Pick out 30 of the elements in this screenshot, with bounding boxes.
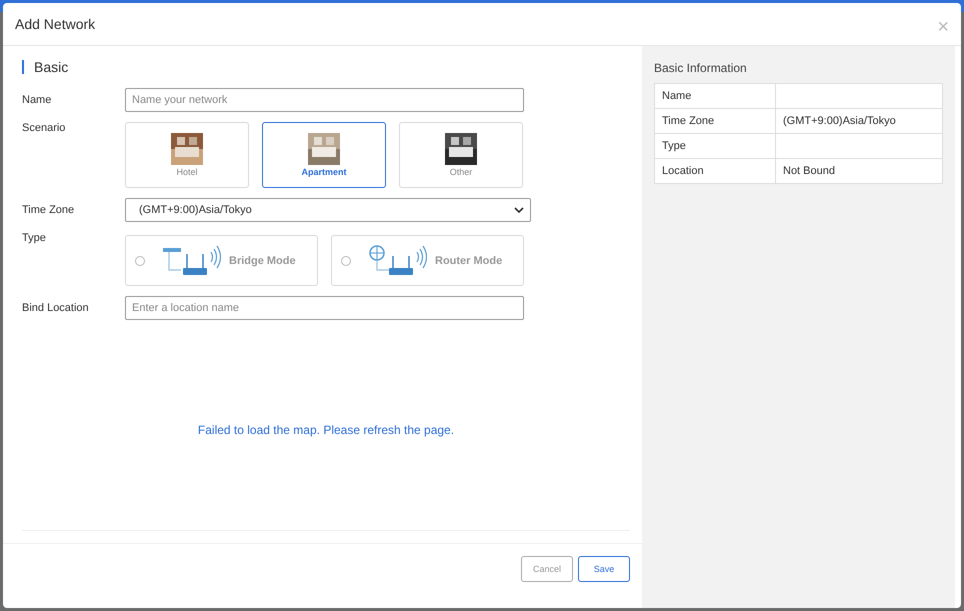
chevron-down-icon [514,207,524,213]
radio-button[interactable] [135,256,145,266]
field-label: Bind Location [22,302,90,314]
field-label: Name [22,94,52,106]
mode-option[interactable]: Bridge Mode [125,235,318,286]
field-label: Time Zone [22,204,76,216]
scenario-card[interactable]: Apartment [262,122,386,188]
dialog-title: Add Network [15,16,96,32]
router-drawing [161,244,221,278]
table-cell: Location [654,158,776,184]
time-zone-dropdown[interactable]: (GMT+9:00)Asia/Tokyo [125,198,531,222]
scenario-card[interactable]: Hotel [125,122,249,188]
error-message: Failed to load the map. Please refresh the page. [198,423,454,437]
cancel-button[interactable]: Cancel [521,556,573,582]
table-cell: Name [654,84,776,108]
table-cell: Not Bound [776,158,942,184]
scenario-card[interactable]: Other [399,122,523,188]
name-field[interactable]: Name your network [125,88,524,112]
save-button[interactable]: Save [578,556,630,582]
field-label: Type [22,232,47,244]
field-label: Scenario [22,122,66,134]
table-cell: Type [654,134,776,158]
radio-button[interactable] [341,256,351,266]
mode-option[interactable]: Router Mode [331,235,524,286]
panel-title: Basic Information [654,61,748,75]
close-button[interactable]: × [933,16,953,38]
table-cell: Time Zone [654,108,776,134]
table-cell: (GMT+9:00)Asia/Tokyo [776,108,942,134]
location-field[interactable]: Enter a location name [125,296,524,320]
router-drawing [367,244,427,278]
